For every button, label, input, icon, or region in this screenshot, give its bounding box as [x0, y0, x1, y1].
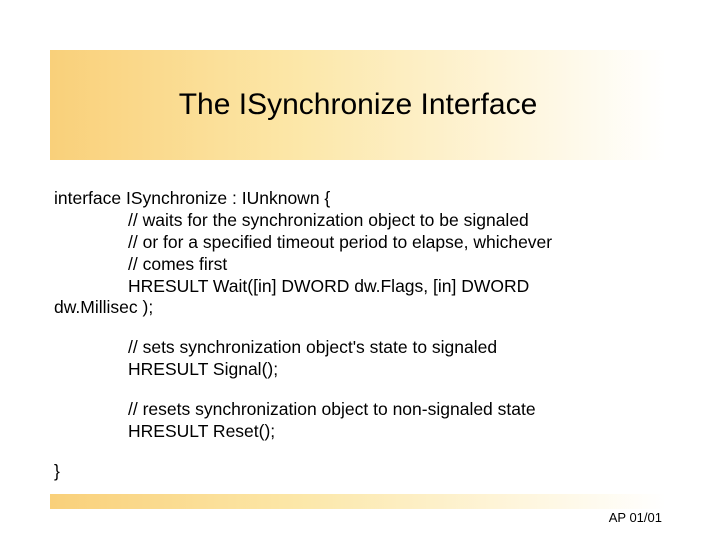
interface-open: interface ISynchronize : IUnknown { [54, 188, 666, 210]
reset-comment: // resets synchronization object to non-… [54, 399, 666, 421]
signal-comment: // sets synchronization object's state t… [54, 337, 666, 359]
reset-signature: HRESULT Reset(); [54, 421, 666, 443]
reset-block: // resets synchronization object to non-… [54, 399, 666, 443]
wait-signature-1: HRESULT Wait([in] DWORD dw.Flags, [in] D… [54, 276, 666, 298]
signal-signature: HRESULT Signal(); [54, 359, 666, 381]
slide: The ISynchronize Interface interface ISy… [0, 0, 720, 540]
code-block: interface ISynchronize : IUnknown { // w… [54, 188, 666, 483]
wait-comment-1: // waits for the synchronization object … [54, 210, 666, 232]
footer-label: AP 01/01 [609, 510, 662, 525]
signal-block: // sets synchronization object's state t… [54, 337, 666, 381]
interface-close: } [54, 461, 666, 483]
footer-band [50, 494, 666, 509]
page-title: The ISynchronize Interface [179, 88, 538, 122]
title-band: The ISynchronize Interface [50, 50, 666, 160]
wait-block: interface ISynchronize : IUnknown { // w… [54, 188, 666, 319]
wait-comment-2: // or for a specified timeout period to … [54, 232, 666, 254]
wait-comment-3: // comes first [54, 254, 666, 276]
wait-signature-2: dw.Millisec ); [54, 297, 666, 319]
